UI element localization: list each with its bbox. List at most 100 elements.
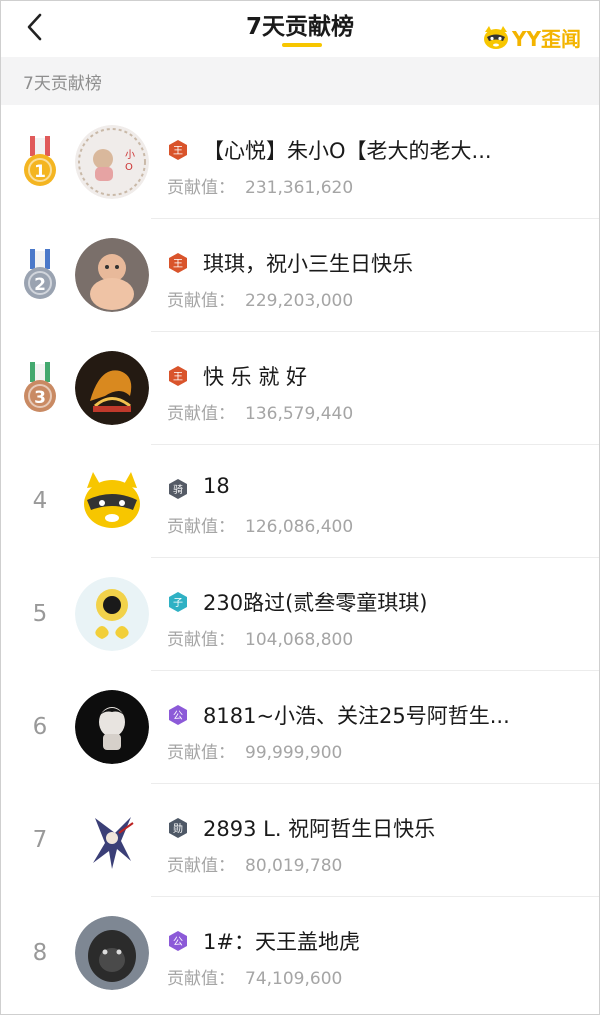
contribution-value: 104,068,800 [245,630,354,650]
user-name[interactable]: 1#：天王盖地虎 [203,926,569,956]
svg-text:O: O [125,162,133,173]
user-name[interactable]: 8181~小浩、关注25号阿哲生... [203,700,569,730]
contribution-label: 贡献值： [167,743,235,763]
rank-cell: 2 [15,218,65,331]
row-body: 勋 2893 L. 祝阿哲生日快乐贡献值： 80,019,780 [151,783,599,897]
rank-badge-icon: 公 [167,930,189,952]
badge-text: 王 [173,372,183,383]
rank-cell: 6 [15,670,65,783]
contribution: 贡献值： 229,203,000 [167,286,353,311]
leaderboard-row[interactable]: 1 小 O 王 【心悦】朱小O【老大的老大... 贡献值： 231,361,620 [1,105,599,219]
row-body: 骑 18 贡献值： 126,086,400 [151,444,599,558]
avatar[interactable] [75,916,149,990]
rank-badge-icon: 王 [167,252,189,274]
user-name[interactable]: 【心悦】朱小O【老大的老大... [203,135,569,165]
raccoon-logo-icon [484,25,509,49]
avatar[interactable] [75,464,149,538]
medal-rank: 1 [34,162,46,182]
rank-number: 4 [32,487,48,514]
avatar-image [75,916,149,990]
avatar-image [75,238,149,312]
badge-text: 子 [173,597,183,609]
contribution-value: 136,579,440 [245,404,354,424]
rank-cell: 8 [15,896,65,1009]
rank-cell: 4 [15,444,65,557]
avatar[interactable] [75,238,149,312]
avatar-image [75,690,149,764]
user-name[interactable]: 2893 L. 祝阿哲生日快乐 [203,813,569,843]
leaderboard-row[interactable]: 8 公 1#：天王盖地虎贡献值： 74,109,600 [1,896,599,1009]
rank-badge-icon: 勋 [167,817,189,839]
rank-cell: 1 [15,105,65,218]
badge-text: 王 [173,259,183,270]
leaderboard-row[interactable]: 3 王 快 乐 就 好贡献值： 136,579,440 [1,331,599,445]
avatar-image [75,577,149,651]
leaderboard-row[interactable]: 4 骑 18 贡献值： 126,086,400 [1,444,599,558]
rank-cell: 3 [15,331,65,444]
row-body: 公 1#：天王盖地虎贡献值： 74,109,600 [151,896,599,1009]
active-tab-indicator [282,43,322,47]
user-name[interactable]: 琪琪，祝小三生日快乐 [203,248,569,278]
contribution: 贡献值： 104,068,800 [167,625,353,650]
avatar[interactable] [75,803,149,877]
top-nav: 7天贡献榜 YY歪闻 [1,1,599,57]
rank-cell: 7 [15,783,65,896]
gold-medal-icon: 1 [24,135,56,186]
rank-number: 5 [32,600,48,627]
row-body: 子 230路过(贰叁零童琪琪) 贡献值： 104,068,800 [151,557,599,671]
section-header: 7天贡献榜 [1,57,599,105]
contribution-label: 贡献值： [167,969,235,989]
avatar-image [75,803,149,877]
avatar[interactable]: 小O [75,125,149,199]
row-body: 公 8181~小浩、关注25号阿哲生... 贡献值： 99,999,900 [151,670,599,784]
contribution-label: 贡献值： [167,517,235,537]
contribution: 贡献值： 231,361,620 [167,173,353,198]
row-body: 王 快 乐 就 好贡献值： 136,579,440 [151,331,599,445]
yy-logo: YY歪闻 [483,23,581,52]
contribution: 贡献值： 126,086,400 [167,512,353,537]
contribution: 贡献值： 99,999,900 [167,738,342,763]
user-name[interactable]: 快 乐 就 好 [203,361,569,391]
contribution: 贡献值： 74,109,600 [167,964,342,989]
contribution-value: 231,361,620 [245,178,354,198]
badge-text: 公 [173,937,183,948]
leaderboard-row[interactable]: 5 子 230路过(贰叁零童琪琪) 贡献值： 104,068,800 [1,557,599,671]
rank-badge-icon: 骑 [167,478,189,500]
logo-text: YY歪闻 [512,27,581,51]
leaderboard-row[interactable]: 6 公 8181~小浩、关注25号阿哲生... 贡献值： 99,999,900 [1,670,599,784]
rank-number: 7 [32,826,48,853]
contribution-label: 贡献值： [167,856,235,876]
contribution-label: 贡献值： [167,178,235,198]
badge-text: 骑 [173,483,183,496]
hexagon-badge-icon: 王 [169,366,187,386]
user-name[interactable]: 18 [203,474,569,498]
avatar-image: 小O [75,125,149,199]
avatar-image [75,351,149,425]
row-body: 王 【心悦】朱小O【老大的老大... 贡献值： 231,361,620 [151,105,599,219]
rank-number: 6 [32,713,48,740]
hexagon-badge-icon: 公 [169,931,187,951]
contribution-value: 99,999,900 [245,743,343,763]
contribution: 贡献值： 136,579,440 [167,399,353,424]
avatar[interactable] [75,690,149,764]
leaderboard-row[interactable]: 2 王 琪琪，祝小三生日快乐贡献值： 229,203,000 [1,218,599,332]
rank-badge-icon: 子 [167,591,189,613]
hexagon-badge-icon: 骑 [169,479,187,499]
contribution-value: 74,109,600 [245,969,343,989]
hexagon-badge-icon: 王 [169,253,187,273]
user-name[interactable]: 230路过(贰叁零童琪琪) [203,587,569,617]
contribution-value: 126,086,400 [245,517,354,537]
row-body: 王 琪琪，祝小三生日快乐贡献值： 229,203,000 [151,218,599,332]
hexagon-badge-icon: 子 [169,592,187,612]
contribution-value: 229,203,000 [245,291,354,311]
rank-badge-icon: 公 [167,704,189,726]
contribution: 贡献值： 80,019,780 [167,851,342,876]
avatar[interactable] [75,351,149,425]
svg-text:小: 小 [125,149,135,161]
leaderboard-row[interactable]: 7 勋 2893 L. 祝阿哲生日快乐贡献值： 80,019,780 [1,783,599,897]
hexagon-badge-icon: 王 [169,140,187,160]
contribution-label: 贡献值： [167,291,235,311]
avatar[interactable] [75,577,149,651]
medal-rank: 2 [34,275,46,295]
rank-badge-icon: 王 [167,139,189,161]
